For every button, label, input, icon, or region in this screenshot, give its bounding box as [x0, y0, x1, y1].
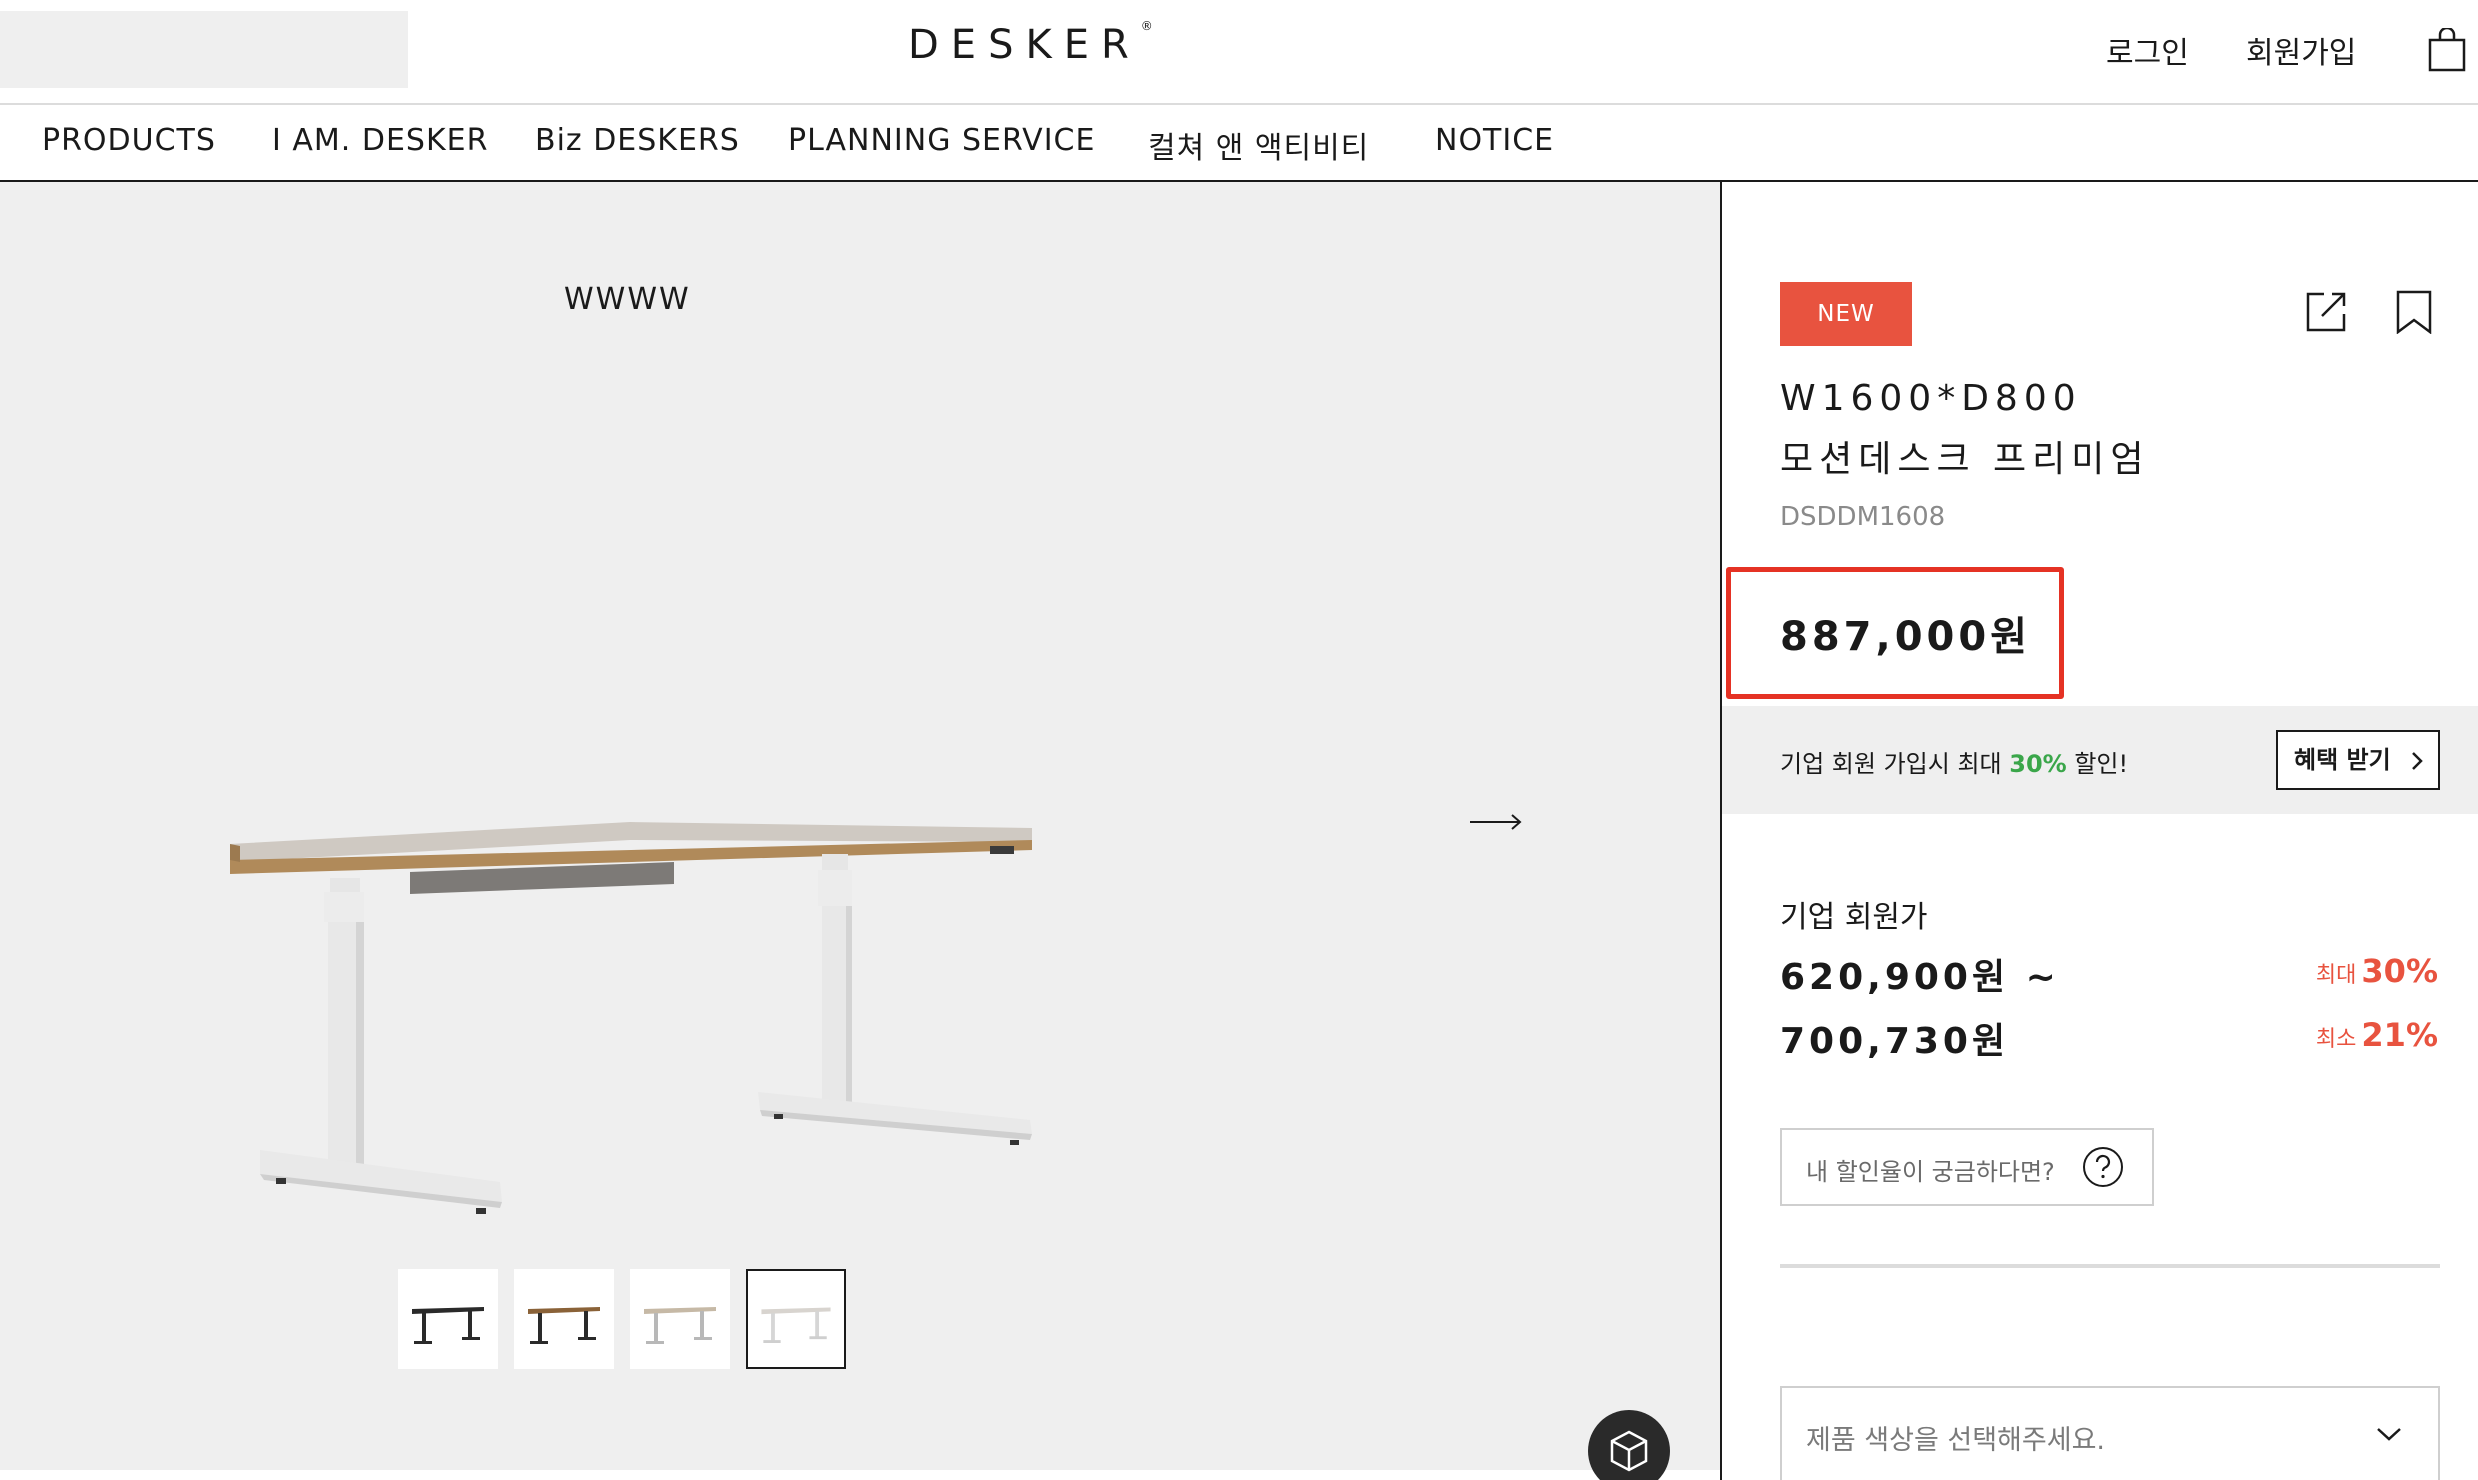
thumbnail-white[interactable] — [746, 1269, 846, 1369]
chevron-down-icon — [2377, 1428, 2401, 1441]
max-rate-value: 30% — [2361, 952, 2438, 990]
promo-text: 기업 회원 가입시 최대 30% 할인! — [1780, 744, 2128, 779]
gallery-label: WWWW — [564, 282, 691, 317]
thumbnail-image — [644, 1307, 716, 1344]
promo-text-after: 할인! — [2066, 750, 2129, 778]
get-benefit-label: 혜택 받기 — [2294, 746, 2391, 774]
color-select-placeholder: 제품 색상을 선택해주세요. — [1806, 1425, 2105, 1456]
discount-query-text: 내 할인율이 궁금하다면? — [1806, 1158, 2055, 1186]
member-price-to: 700,730원 — [1780, 1021, 2010, 1062]
new-badge: NEW — [1780, 282, 1912, 346]
nav-notice[interactable]: NOTICE — [1435, 123, 1554, 158]
discount-query-button[interactable]: 내 할인율이 궁금하다면? — [1780, 1128, 2154, 1206]
nav-products[interactable]: PRODUCTS — [42, 123, 216, 158]
thumbnail-beige[interactable] — [630, 1269, 730, 1369]
promo-percent: 30% — [2009, 750, 2067, 778]
member-price-from: 620,900원 ~ — [1780, 957, 2060, 998]
thumbnail-image — [412, 1307, 484, 1344]
member-price-label: 기업 회원가 — [1780, 900, 1928, 935]
nav-culture-activity[interactable]: 컬쳐 앤 액티비티 — [1148, 123, 1369, 167]
site-header: DESKER® 로그인 회원가입 — [0, 0, 2478, 105]
product-gallery: WWWW — [0, 182, 1720, 1480]
chevron-right-icon — [2412, 752, 2423, 770]
thumbnail-black[interactable] — [398, 1269, 498, 1369]
view-3d-button[interactable] — [1588, 1410, 1670, 1480]
arrow-right-icon[interactable] — [1470, 812, 1522, 832]
min-discount-rate: 최소 21% — [2316, 1016, 2438, 1054]
brand-logo[interactable]: DESKER® — [908, 18, 1153, 68]
product-price: 887,000원 — [1780, 614, 2031, 660]
promo-banner: 기업 회원 가입시 최대 30% 할인! 혜택 받기 — [1722, 706, 2478, 814]
login-link[interactable]: 로그인 — [2106, 28, 2189, 72]
share-icon[interactable] — [2304, 290, 2348, 334]
thumbnail-image — [761, 1307, 831, 1343]
question-circle-icon — [2083, 1147, 2123, 1187]
promo-text-before: 기업 회원 가입시 최대 — [1780, 750, 2010, 778]
color-select-dropdown[interactable]: 제품 색상을 선택해주세요. — [1780, 1386, 2440, 1480]
registered-mark: ® — [1140, 18, 1153, 33]
signup-link[interactable]: 회원가입 — [2246, 28, 2356, 72]
main-nav: PRODUCTS I AM. DESKER Biz DESKERS PLANNI… — [0, 105, 2478, 182]
bookmark-icon[interactable] — [2396, 290, 2432, 334]
product-sku: DSDDM1608 — [1780, 502, 1946, 532]
nav-i-am-desker[interactable]: I AM. DESKER — [272, 123, 488, 158]
min-rate-value: 21% — [2361, 1016, 2438, 1054]
max-discount-rate: 최대 30% — [2316, 952, 2438, 990]
shopping-bag-icon[interactable] — [2428, 28, 2466, 72]
section-divider — [1780, 1264, 2440, 1268]
get-benefit-button[interactable]: 혜택 받기 — [2276, 730, 2440, 790]
product-title-name: 모션데스크 프리미엄 — [1780, 439, 2150, 480]
min-rate-label: 최소 — [2315, 1027, 2357, 1052]
nav-planning-service[interactable]: PLANNING SERVICE — [788, 123, 1095, 158]
nav-biz-deskers[interactable]: Biz DESKERS — [535, 123, 740, 158]
cube-3d-icon — [1610, 1430, 1648, 1472]
brand-name: DESKER — [908, 22, 1141, 68]
thumbnail-image — [528, 1307, 600, 1344]
product-info-panel: NEW W1600*D800 모션데스크 프리미엄 DSDDM1608 887,… — [1722, 182, 2478, 1480]
max-rate-label: 최대 — [2315, 963, 2357, 988]
product-title-size: W1600*D800 — [1780, 378, 2082, 419]
thumbnail-walnut[interactable] — [514, 1269, 614, 1369]
logo-placeholder — [0, 11, 408, 88]
product-image — [230, 822, 1032, 1214]
